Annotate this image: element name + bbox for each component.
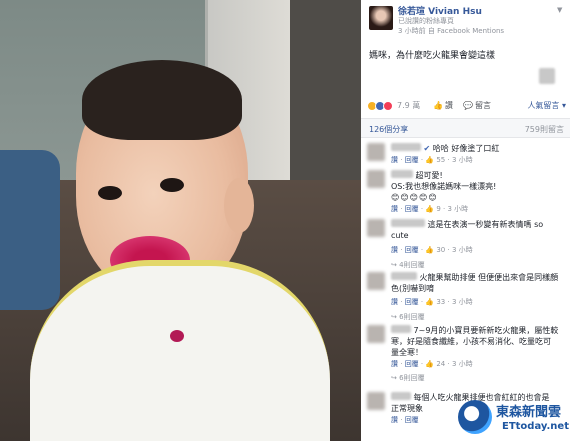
thumbs-up-icon: 👍 [433, 101, 443, 110]
comment-text-line2: 寒，好是隨食纖維，小孩不易消化、吃量吃可 [391, 337, 551, 346]
comment-item: 7~9月的小寶貝要新新吃火龍果，屬性較 寒，好是隨食纖維，小孩不易消化、吃量吃可… [367, 325, 567, 387]
comment-count: 759則留言 [524, 125, 564, 134]
baby-ear [224, 178, 254, 233]
like-count-icon: 👍 [425, 205, 435, 213]
comment-emojis: 😊😊😊😊😊 [391, 193, 438, 202]
like-label: 讚 [444, 101, 453, 110]
reply-arrow-icon: ↪ [391, 374, 397, 382]
commenter-name[interactable] [391, 170, 413, 178]
blurred-element [539, 68, 555, 84]
baby-bib [30, 260, 330, 441]
commenter-avatar[interactable] [367, 392, 385, 410]
comment-like-count: 30 [436, 246, 446, 254]
ettoday-logo-icon [458, 400, 492, 434]
like-count-icon: 👍 [425, 156, 435, 164]
comment-like-count: 55 [436, 156, 446, 164]
comment-like-link[interactable]: 讚 [391, 416, 398, 424]
replies-count: 4則回覆 [399, 261, 425, 269]
post-timestamp[interactable]: 3 小時前 自 Facebook Mentions [398, 26, 504, 36]
comment-button[interactable]: 💬 留言 [463, 100, 491, 111]
comment-text: 哈哈 好像塗了口紅 [432, 144, 500, 153]
comment-reply-link[interactable]: 回覆 [405, 156, 419, 164]
baby-eye-left [98, 186, 122, 200]
comment-reply-link[interactable]: 回覆 [405, 416, 419, 424]
comment-reply-link[interactable]: 回覆 [405, 246, 419, 254]
like-count-icon: 👍 [425, 246, 435, 254]
comment-time[interactable]: 3 小時 [452, 246, 473, 254]
comment-item: 火龍果幫助排便 但便便出來會是同樣顏 色(別嚇到唷 讚 · 回覆 · 👍 33 … [367, 272, 567, 322]
comment-like-link[interactable]: 讚 [391, 246, 398, 254]
author-avatar[interactable] [369, 6, 393, 30]
baby-hair [82, 60, 242, 140]
commenter-name[interactable] [391, 143, 421, 151]
comment-text-line3: 量全寒！ [391, 348, 423, 357]
comment-text-line2: cute [391, 231, 409, 240]
like-count-icon: 👍 [425, 360, 435, 368]
comment-like-count: 33 [436, 298, 446, 306]
comment-text: 這是在表演一秒變有新表情嗎 so [427, 220, 544, 229]
brand-domain: ETtoday.net [502, 421, 569, 432]
comment-item: ✔ 哈哈 好像塗了口紅 讚 · 回覆 · 👍 55 · 3 小時 [367, 143, 567, 169]
commenter-avatar[interactable] [367, 143, 385, 161]
comment-text-line2: OS:我也想像諾媽咪一樣漂亮! [391, 182, 497, 191]
comment-time[interactable]: 3 小時 [452, 298, 473, 306]
comment-like-count: 24 [436, 360, 446, 368]
comment-item: 超可愛! OS:我也想像諾媽咪一樣漂亮! 😊😊😊😊😊 讚 · 回覆 · 👍 9 … [367, 170, 567, 214]
reply-arrow-icon: ↪ [391, 313, 397, 321]
comment-like-link[interactable]: 讚 [391, 156, 398, 164]
comment-time[interactable]: 3 小時 [452, 156, 473, 164]
commenter-avatar[interactable] [367, 219, 385, 237]
view-replies-link[interactable]: ↪ 6則回覆 [391, 312, 563, 323]
commenter-name[interactable] [391, 325, 411, 333]
baby-eye-right [160, 178, 184, 192]
comment-text: 火龍果幫助排便 但便便出來會是同樣顏 [419, 273, 559, 282]
commenter-name[interactable] [391, 272, 417, 280]
brand-name: 東森新聞雲 [496, 405, 562, 420]
comment-text-line2: 色(別嚇到唷 [391, 284, 435, 293]
post-text: 媽咪，為什麼吃火龍果會變這樣 [369, 51, 496, 61]
comment-text: 7~9月的小寶貝要新新吃火龍果，屬性較 [413, 326, 559, 335]
comment-time[interactable]: 3 小時 [447, 205, 468, 213]
replies-count: 6則回覆 [399, 313, 425, 321]
comment-reply-link[interactable]: 回覆 [405, 298, 419, 306]
author-subtitle: 已說讚的粉絲專頁 [398, 17, 454, 25]
comment-like-link[interactable]: 讚 [391, 205, 398, 213]
like-button[interactable]: 👍 讚 [433, 100, 453, 111]
post-photo[interactable] [0, 0, 361, 441]
commenter-avatar[interactable] [367, 325, 385, 343]
commenter-name[interactable] [391, 392, 411, 400]
commenter-avatar[interactable] [367, 272, 385, 290]
comment-icon: 💬 [463, 101, 473, 110]
post-sidebar: 徐若瑄 Vivian Hsu 已說讚的粉絲專頁 3 小時前 自 Facebook… [361, 0, 570, 441]
view-replies-link[interactable]: ↪ 4則回覆 [391, 260, 563, 271]
comment-like-count: 9 [436, 205, 441, 213]
comment-time[interactable]: 3 小時 [452, 360, 473, 368]
commenter-name[interactable] [391, 219, 425, 227]
comment-like-link[interactable]: 讚 [391, 298, 398, 306]
chevron-down-icon[interactable]: ▼ [557, 6, 562, 14]
like-count-icon: 👍 [425, 298, 435, 306]
comment-item: 這是在表演一秒變有新表情嗎 so cute 讚 · 回覆 · 👍 30 · 3 … [367, 219, 567, 269]
comment-reply-link[interactable]: 回覆 [405, 360, 419, 368]
share-stats-row: 126個分享 759則留言 [361, 118, 570, 138]
view-replies-link[interactable]: ↪ 6則回覆 [391, 373, 563, 384]
bib-stain [170, 330, 184, 342]
comment-reply-link[interactable]: 回覆 [405, 205, 419, 213]
comment-sort-dropdown[interactable]: 人氣留言 ▾ [527, 100, 566, 111]
verified-icon: ✔ [423, 144, 431, 153]
background-sofa [0, 150, 60, 310]
ettoday-watermark: 東森新聞雲 ETtoday.net [450, 395, 570, 441]
comment-text: 超可愛! [415, 171, 443, 180]
reply-arrow-icon: ↪ [391, 261, 397, 269]
commenter-avatar[interactable] [367, 170, 385, 188]
replies-count: 6則回覆 [399, 374, 425, 382]
share-count[interactable]: 126個分享 [369, 124, 408, 135]
comment-like-link[interactable]: 讚 [391, 360, 398, 368]
comment-label: 留言 [474, 101, 491, 110]
